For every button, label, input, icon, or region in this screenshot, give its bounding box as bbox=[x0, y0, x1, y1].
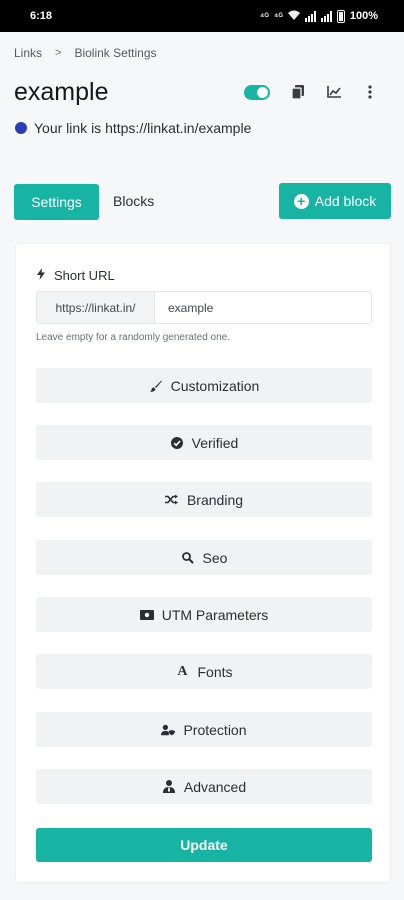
random-icon bbox=[165, 493, 179, 507]
section-customization-button[interactable]: Customization bbox=[36, 368, 372, 403]
battery-icon bbox=[336, 9, 345, 23]
short-url-text: Short URL bbox=[54, 268, 115, 283]
check-circle-icon bbox=[170, 436, 184, 450]
user-tie-icon bbox=[162, 780, 176, 794]
settings-card: Short URL https://linkat.in/ Leave empty… bbox=[15, 243, 391, 883]
tab-settings[interactable]: Settings bbox=[14, 184, 99, 220]
breadcrumb-current: Biolink Settings bbox=[74, 46, 157, 60]
user-shield-icon bbox=[161, 723, 176, 737]
short-url-help: Leave empty for a randomly generated one… bbox=[36, 332, 231, 343]
section-protection-button[interactable]: Protection bbox=[36, 712, 372, 747]
status-toggle[interactable] bbox=[244, 84, 270, 100]
section-label: UTM Parameters bbox=[161, 606, 269, 623]
data-icon-2: ⁴ᴳ bbox=[273, 11, 283, 21]
status-icons: ⁴ᴳ ⁴ᴳ 100% bbox=[259, 9, 378, 23]
tab-blocks[interactable]: Blocks bbox=[113, 193, 154, 209]
section-label: Customization bbox=[170, 377, 260, 394]
update-button[interactable]: Update bbox=[36, 828, 372, 862]
search-icon bbox=[181, 551, 195, 565]
section-seo-button[interactable]: Seo bbox=[36, 540, 372, 575]
section-label: Advanced bbox=[183, 778, 247, 795]
section-label: Branding bbox=[186, 491, 244, 508]
section-label: Seo bbox=[202, 549, 228, 566]
url-prefix: https://linkat.in/ bbox=[37, 292, 155, 323]
money-bill-icon bbox=[139, 608, 154, 622]
page-title: example bbox=[14, 78, 109, 106]
section-verified-button[interactable]: Verified bbox=[36, 425, 372, 460]
section-fonts-button[interactable]: A Fonts bbox=[36, 654, 372, 689]
plus-circle-icon: + bbox=[293, 193, 309, 209]
link-info: Your link is https://linkat.in/example bbox=[15, 120, 251, 136]
signal-icon-2 bbox=[320, 10, 332, 22]
copy-icon[interactable] bbox=[290, 84, 306, 100]
paintbrush-icon bbox=[149, 379, 163, 393]
short-url-label: Short URL bbox=[37, 268, 115, 283]
breadcrumb-separator: > bbox=[55, 47, 62, 59]
add-block-label: Add block bbox=[314, 193, 377, 209]
add-block-button[interactable]: + Add block bbox=[279, 183, 391, 219]
font-icon: A bbox=[177, 663, 188, 679]
short-url-group: https://linkat.in/ bbox=[36, 291, 372, 324]
more-vertical-icon[interactable] bbox=[362, 84, 378, 100]
short-url-input[interactable] bbox=[155, 292, 371, 323]
chart-icon[interactable] bbox=[326, 84, 342, 100]
bolt-icon bbox=[37, 268, 45, 283]
section-label: Fonts bbox=[197, 663, 233, 680]
status-bar: 6:18 ⁴ᴳ ⁴ᴳ 100% bbox=[0, 0, 404, 32]
breadcrumb-links[interactable]: Links bbox=[14, 46, 42, 60]
battery-level: 100% bbox=[349, 10, 378, 22]
section-utm-button[interactable]: UTM Parameters bbox=[36, 597, 372, 632]
link-text[interactable]: Your link is https://linkat.in/example bbox=[34, 120, 251, 136]
section-advanced-button[interactable]: Advanced bbox=[36, 769, 372, 804]
section-branding-button[interactable]: Branding bbox=[36, 482, 372, 517]
section-label: Verified bbox=[191, 434, 239, 451]
section-label: Protection bbox=[183, 721, 247, 738]
breadcrumb: Links > Biolink Settings bbox=[14, 46, 157, 60]
status-time: 6:18 bbox=[30, 10, 53, 22]
data-icon: ⁴ᴳ bbox=[259, 11, 269, 21]
wifi-icon bbox=[287, 10, 300, 22]
header-actions bbox=[244, 84, 378, 100]
status-dot bbox=[15, 122, 27, 134]
signal-icon bbox=[304, 10, 316, 22]
